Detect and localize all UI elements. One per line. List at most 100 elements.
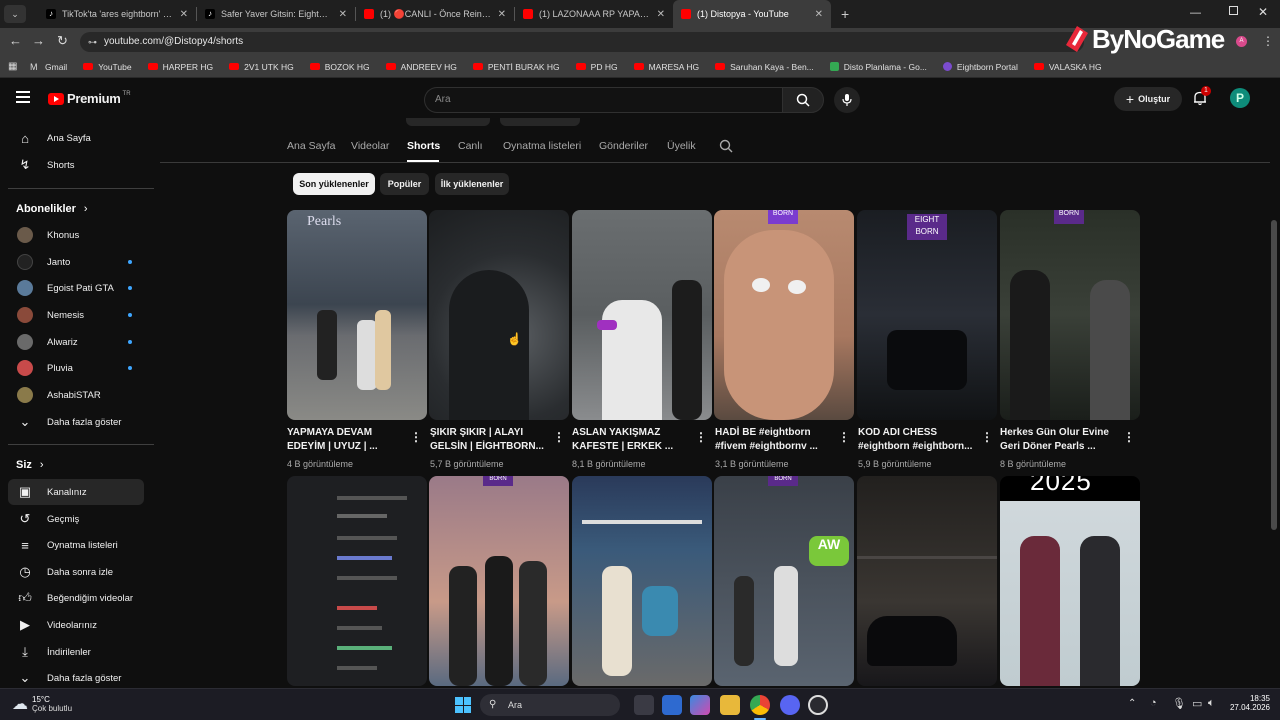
clock[interactable]: 18:35 27.04.2026 <box>1226 694 1270 712</box>
subscriptions-heading[interactable]: Abonelikler › <box>16 203 88 215</box>
bookmark-item[interactable]: MARESA HG <box>633 62 699 72</box>
taskbar-search[interactable]: ⚲ Ara <box>480 694 620 716</box>
sidebar-item-subscription[interactable]: AshabiSTAR <box>8 382 144 408</box>
short-thumbnail[interactable] <box>287 476 427 686</box>
browser-tab[interactable]: (1) LAZONAAA RP YAPARKEN Y ✕ <box>515 0 673 28</box>
task-view-icon[interactable] <box>634 695 654 715</box>
voice-search-button[interactable] <box>834 87 860 113</box>
short-title[interactable]: Herkes Gün Olur Evine Geri Döner Pearls … <box>1000 426 1122 454</box>
bookmark-item[interactable]: VALASKA HG <box>1033 62 1102 72</box>
bookmark-item[interactable]: 2V1 UTK HG <box>229 62 294 72</box>
reload-icon[interactable]: ↻ <box>57 33 68 49</box>
bookmark-item[interactable]: PENTİ BURAK HG <box>472 62 560 72</box>
weather-widget[interactable]: ☁ 15°C Çok bulutlu <box>12 694 72 714</box>
sidebar-item-home[interactable]: ⌂ Ana Sayfa <box>8 125 144 151</box>
sidebar-item-subscription[interactable]: Pluvia <box>8 355 144 381</box>
short-title[interactable]: ASLAN YAKIŞMAZ KAFESTE | ERKEK ... <box>572 426 694 454</box>
sidebar-item-subscription[interactable]: Egoist Pati GTA <box>8 275 144 301</box>
tab-playlists[interactable]: Oynatma listeleri <box>503 140 581 152</box>
short-thumbnail[interactable]: BORN <box>1000 210 1140 420</box>
sidebar-item-subscription[interactable]: Janto <box>8 249 144 275</box>
more-options-icon[interactable]: ⋮ <box>553 430 565 444</box>
you-heading[interactable]: Siz › <box>16 459 44 471</box>
bookmark-item[interactable]: PD HG <box>575 62 618 72</box>
display-icon[interactable]: ▭ <box>1192 697 1202 710</box>
short-thumbnail[interactable]: BORN <box>429 476 569 686</box>
minimize-button[interactable]: — <box>1190 7 1201 19</box>
sidebar-item-playlists[interactable]: ≡ Oynatma listeleri <box>8 532 144 558</box>
tab-videos[interactable]: Videolar <box>351 140 389 152</box>
sidebar-item-liked-videos[interactable]: 👍︎ Beğendiğim videolar <box>8 585 144 611</box>
short-thumbnail[interactable] <box>572 210 712 420</box>
apps-grid-icon[interactable]: ▦ <box>8 61 17 72</box>
short-title[interactable]: YAPMAYA DEVAM EDEYİM | UYUZ | ... <box>287 426 409 454</box>
short-thumbnail[interactable] <box>572 476 712 686</box>
sidebar-item-subscription[interactable]: Alwariz <box>8 329 144 355</box>
discord-icon[interactable] <box>780 695 800 715</box>
network-icon[interactable]: ◔ <box>1150 697 1157 709</box>
short-thumbnail[interactable]: 2025 <box>1000 476 1140 686</box>
store-icon[interactable] <box>662 695 682 715</box>
search-button[interactable] <box>782 87 824 113</box>
channel-search-icon[interactable] <box>719 139 733 158</box>
tab-live[interactable]: Canlı <box>458 140 483 152</box>
more-options-icon[interactable]: ⋮ <box>410 430 422 444</box>
notifications-button[interactable]: 1 <box>1192 86 1211 108</box>
start-button[interactable] <box>455 697 471 713</box>
short-thumbnail[interactable]: EIGHT BORN <box>857 210 997 420</box>
bookmark-item[interactable]: ANDREEV HG <box>385 62 457 72</box>
browser-tab[interactable]: ♪ Safer Yaver Gitsin: Eightborn ve ✕ <box>197 0 355 28</box>
tab-shorts[interactable]: Shorts <box>407 140 440 152</box>
bookmark-item[interactable]: BOZOK HG <box>309 62 370 72</box>
chrome-icon[interactable] <box>750 695 770 715</box>
volume-icon[interactable]: 🔈︎ <box>1208 697 1215 710</box>
bookmark-item[interactable]: Disto Planlama - Go... <box>829 62 927 72</box>
tab-search-button[interactable]: ⌄ <box>4 5 26 23</box>
file-explorer-icon[interactable] <box>720 695 740 715</box>
filter-oldest[interactable]: İlk yüklenenler <box>435 173 509 195</box>
copilot-icon[interactable] <box>690 695 710 715</box>
short-thumbnail[interactable] <box>857 476 997 686</box>
filter-latest[interactable]: Son yüklenenler <box>293 173 375 195</box>
sidebar-show-more-subscriptions[interactable]: ⌄ Daha fazla göster <box>8 409 144 435</box>
browser-tab[interactable]: ♪ TikTok'ta 'ares eightborn' bulab ✕ <box>38 0 196 28</box>
short-thumbnail[interactable]: BORN AW <box>714 476 854 686</box>
tab-posts[interactable]: Gönderiler <box>599 140 648 152</box>
bookmark-item[interactable]: Saruhan Kaya - Ben... <box>715 62 814 72</box>
sidebar-item-your-videos[interactable]: ▶ Videolarınız <box>8 612 144 638</box>
sidebar-item-your-channel[interactable]: ▣ Kanalınız <box>8 479 144 505</box>
close-icon[interactable]: ✕ <box>180 9 188 20</box>
close-icon[interactable]: ✕ <box>657 9 665 20</box>
tab-home[interactable]: Ana Sayfa <box>287 140 335 152</box>
sidebar-show-more-you[interactable]: ⌄ Daha fazla göster <box>8 665 144 688</box>
short-thumbnail[interactable]: ☝ <box>429 210 569 420</box>
search-input[interactable]: Ara <box>424 87 782 113</box>
browser-tab[interactable]: (1) 🔴CANLI - Önce Reinar son ✕ <box>356 0 514 28</box>
close-icon[interactable]: ✕ <box>339 9 347 20</box>
microphone-icon[interactable]: 🎙︎ <box>1172 697 1186 710</box>
back-icon[interactable]: ← <box>9 33 22 48</box>
short-title[interactable]: ŞIKIR ŞIKIR | ALAYI GELSİN | EİGHTBORN..… <box>430 426 552 454</box>
page-scrollbar[interactable] <box>1271 220 1277 530</box>
forward-icon[interactable]: → <box>32 33 45 48</box>
sidebar-item-history[interactable]: ↺ Geçmiş <box>8 506 144 532</box>
create-button[interactable]: + Oluştur <box>1114 87 1182 111</box>
hidden-icons-chevron[interactable]: ⌃ <box>1128 698 1136 709</box>
sidebar-item-watch-later[interactable]: ◷ Daha sonra izle <box>8 559 144 585</box>
short-title[interactable]: KOD ADI CHESS #eightborn #eightborn... <box>858 426 980 454</box>
close-icon[interactable]: ✕ <box>498 9 506 20</box>
more-options-icon[interactable]: ⋮ <box>981 430 993 444</box>
profile-avatar[interactable]: A <box>1236 36 1247 47</box>
sidebar-item-subscription[interactable]: Khonus <box>8 222 144 248</box>
address-bar[interactable]: ⊶ youtube.com/@Distopy4/shorts <box>80 32 1084 52</box>
close-icon[interactable]: ✕ <box>815 9 823 20</box>
sidebar-item-downloads[interactable]: ⤓ İndirilenler <box>8 639 144 665</box>
short-title[interactable]: HADİ BE #eightborn #fivem #eightbornv ..… <box>715 426 837 454</box>
bookmark-item[interactable]: HARPER HG <box>147 62 213 72</box>
new-tab-button[interactable]: + <box>841 6 849 22</box>
short-thumbnail[interactable]: Pearls <box>287 210 427 420</box>
browser-menu-icon[interactable]: ⋮ <box>1262 34 1274 48</box>
bookmark-item[interactable]: M Gmail <box>30 62 67 72</box>
close-window-button[interactable]: ✕ <box>1258 5 1268 19</box>
more-options-icon[interactable]: ⋮ <box>695 430 707 444</box>
